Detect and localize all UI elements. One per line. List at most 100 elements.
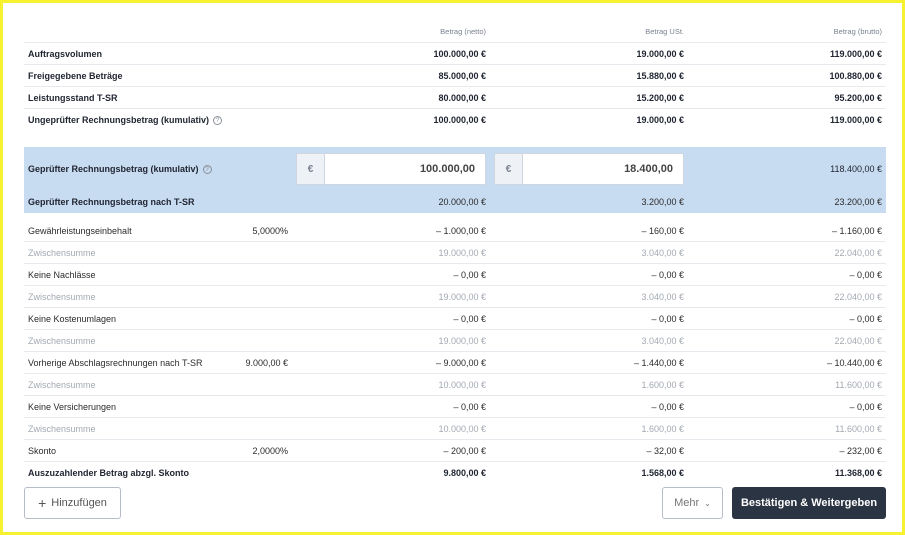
checked-tsr-row: Geprüfter Rechnungsbetrag nach T-SR 20.0… <box>24 191 886 213</box>
row-label: Keine Nachlässe <box>28 269 96 280</box>
subtotal-row: Zwischensumme 19.000,00 € 3.040,00 € 22.040… <box>24 330 886 352</box>
deduction-row: Vorherige Abschlagsrechnungen nach T-SR 9… <box>24 352 886 374</box>
row-netto: 10.000,00 € <box>438 423 486 434</box>
row-label: Geprüfter Rechnungsbetrag nach T-SR <box>28 197 195 207</box>
row-netto: 9.800,00 € <box>443 468 486 478</box>
row-ust: 1.568,00 € <box>641 468 684 478</box>
deduction-row: Keine Kostenumlagen – 0,00 € – 0,00 € – 0,0… <box>24 308 886 330</box>
ust-input-value[interactable]: 18.400,00 <box>523 154 683 184</box>
table-header: Betrag (netto) Betrag USt. Betrag (brutt… <box>24 21 886 43</box>
row-ust: – 1.440,00 € <box>633 357 684 368</box>
row-ust: – 0,00 € <box>651 269 684 280</box>
plus-icon: + <box>38 495 47 511</box>
row-brutto: 119.000,00 € <box>829 115 882 125</box>
header-netto: Betrag (netto) <box>440 27 486 36</box>
row-netto: 80.000,00 € <box>438 92 486 103</box>
row-label: Keine Versicherungen <box>28 401 117 412</box>
help-icon[interactable]: ? <box>213 116 223 125</box>
row-netto: 19.000,00 € <box>438 335 486 346</box>
netto-input-value[interactable]: 100.000,00 <box>325 154 485 184</box>
row-label: Auftragsvolumen <box>28 48 103 59</box>
subtotal-row: Zwischensumme 19.000,00 € 3.040,00 € 22.040… <box>24 286 886 308</box>
ust-input[interactable]: € 18.400,00 <box>494 153 684 185</box>
row-percentage: 5,0000% <box>252 225 288 236</box>
row-label: Zwischensumme <box>28 423 96 434</box>
row-brutto: 11.600,00 € <box>835 379 882 390</box>
add-button-label: Hinzufügen <box>51 497 107 509</box>
row-ust: 1.600,00 € <box>641 379 684 390</box>
confirm-button[interactable]: Bestätigen & Weitergeben <box>732 487 886 519</box>
row-label: Ungeprüfter Rechnungsbetrag (kumulativ)? <box>28 115 223 125</box>
row-netto: 10.000,00 € <box>438 379 486 390</box>
header-brutto: Betrag (brutto) <box>833 27 882 36</box>
chevron-down-icon: ⌄ <box>704 498 711 508</box>
row-percentage: 2,0000% <box>252 445 288 456</box>
row-ust: 3.040,00 € <box>641 335 684 346</box>
row-brutto: 118.400,00 € <box>830 164 882 174</box>
deduction-row: Keine Versicherungen – 0,00 € – 0,00 € – 0,… <box>24 396 886 418</box>
row-brutto: 22.040,00 € <box>834 247 882 258</box>
row-ust: 3.200,00 € <box>641 197 684 207</box>
row-brutto: 11.600,00 € <box>835 423 882 434</box>
row-netto: 85.000,00 € <box>438 70 486 81</box>
row-label: Freigegebene Beträge <box>28 70 123 81</box>
row-label: Auszuzahlender Betrag abzgl. Skonto <box>28 468 190 478</box>
deductions-list: Gewährleistungseinbehalt 5,0000% – 1.000,0… <box>24 220 886 462</box>
row-percentage: 9.000,00 € <box>245 357 288 368</box>
checked-amount-block: Geprüfter Rechnungsbetrag (kumulativ)? €… <box>24 147 886 213</box>
row-brutto: 22.040,00 € <box>834 291 882 302</box>
frame: Betrag (netto) Betrag USt. Betrag (brutt… <box>0 0 905 535</box>
row-brutto: – 0,00 € <box>849 401 882 412</box>
row-netto: 100.000,00 € <box>433 48 486 59</box>
row-netto: – 0,00 € <box>453 269 486 280</box>
row-label: Leistungsstand T-SR <box>28 92 118 103</box>
row-label: Zwischensumme <box>28 247 96 258</box>
row-label: Skonto <box>28 445 57 456</box>
checked-label: Geprüfter Rechnungsbetrag (kumulativ) <box>28 164 199 174</box>
row-netto: – 0,00 € <box>453 401 486 412</box>
row-netto: 19.000,00 € <box>438 291 486 302</box>
subtotal-row: Zwischensumme 19.000,00 € 3.040,00 € 22.040… <box>24 242 886 264</box>
checked-row: Geprüfter Rechnungsbetrag (kumulativ)? €… <box>24 147 886 191</box>
invoice-table: Betrag (netto) Betrag USt. Betrag (brutt… <box>24 21 886 484</box>
row-ust: 3.040,00 € <box>641 291 684 302</box>
more-button[interactable]: Mehr ⌄ <box>662 487 723 519</box>
row-brutto: – 232,00 € <box>839 445 882 456</box>
row-brutto: 22.040,00 € <box>834 335 882 346</box>
table-row: Freigegebene Beträge 85.000,00 € 15.880,… <box>24 65 886 87</box>
row-netto: – 9.000,00 € <box>435 357 486 368</box>
add-button[interactable]: + Hinzufügen <box>24 487 121 519</box>
confirm-button-label: Bestätigen & Weitergeben <box>740 497 878 509</box>
more-button-label: Mehr <box>674 497 700 509</box>
row-brutto: – 0,00 € <box>849 269 882 280</box>
currency-euro-icon: € <box>297 154 325 184</box>
row-label: Zwischensumme <box>28 379 96 390</box>
row-brutto: 95.200,00 € <box>834 92 882 103</box>
row-label: Vorherige Abschlagsrechnungen nach T-SR <box>28 357 203 368</box>
netto-input[interactable]: € 100.000,00 <box>296 153 486 185</box>
row-brutto: 119.000,00 € <box>829 48 882 59</box>
row-brutto: 100.880,00 € <box>829 70 882 81</box>
row-ust: 1.600,00 € <box>641 423 684 434</box>
footer-bar: + Hinzufügen Mehr ⌄ Bestätigen & Weiterg… <box>24 487 886 519</box>
row-ust: – 0,00 € <box>651 401 684 412</box>
deduction-row: Skonto 2,0000% – 200,00 € – 32,00 € – 232,00… <box>24 440 886 462</box>
table-row: Auftragsvolumen 100.000,00 € 19.000,00 €… <box>24 43 886 65</box>
row-brutto: 23.200,00 € <box>834 197 882 207</box>
row-brutto: – 1.160,00 € <box>831 225 882 236</box>
table-row: Leistungsstand T-SR 80.000,00 € 15.200,0… <box>24 87 886 109</box>
currency-euro-icon: € <box>495 154 523 184</box>
row-ust: 19.000,00 € <box>636 115 684 125</box>
row-label: Zwischensumme <box>28 335 96 346</box>
row-brutto: – 10.440,00 € <box>826 357 882 368</box>
unchecked-label: Ungeprüfter Rechnungsbetrag (kumulativ) <box>28 115 210 125</box>
subtotal-row: Zwischensumme 10.000,00 € 1.600,00 € 11.600… <box>24 374 886 396</box>
row-label: Geprüfter Rechnungsbetrag (kumulativ)? <box>28 164 212 174</box>
help-icon[interactable]: ? <box>202 165 212 174</box>
row-netto: 100.000,00 € <box>433 115 486 125</box>
deduction-row: Gewährleistungseinbehalt 5,0000% – 1.000,0… <box>24 220 886 242</box>
row-ust: 19.000,00 € <box>636 48 684 59</box>
row-ust: – 0,00 € <box>651 313 684 324</box>
